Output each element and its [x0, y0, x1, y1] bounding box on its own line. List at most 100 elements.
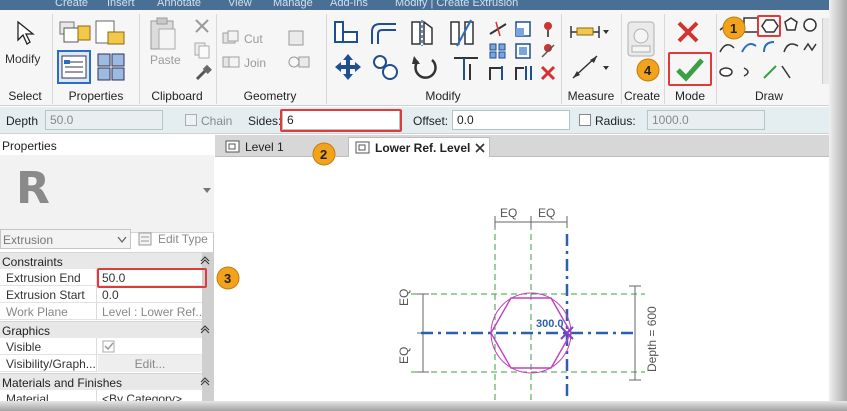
measure-aligned-dimension-icon[interactable] [567, 22, 609, 42]
properties-title: Properties [0, 135, 214, 155]
trim-extend-icon[interactable] [450, 52, 482, 82]
delete-icon[interactable] [539, 64, 557, 82]
cancel-edit-mode-x-icon[interactable] [676, 20, 700, 44]
split-face-icon[interactable] [286, 52, 312, 72]
prop-row-work-plane: Work Plane Level : Lower Ref... [0, 303, 214, 320]
type-properties-grid-icon[interactable] [96, 52, 130, 84]
trim-single-icon[interactable] [488, 64, 508, 82]
tab-create[interactable]: Create [55, 0, 88, 9]
properties-toggle-button[interactable] [57, 50, 91, 84]
depth-dimension-label[interactable]: Depth = 600 [645, 306, 659, 372]
eq-left-bottom-label: EQ [397, 346, 411, 364]
ribbon-tab-strip: Create Insert Annotate View Manage Add-I… [0, 0, 830, 10]
section-constraints[interactable]: Constraints [0, 252, 214, 269]
trim-multiple-icon[interactable] [514, 64, 534, 82]
scale-icon[interactable] [514, 20, 534, 38]
visible-checkbox-cell [98, 338, 202, 355]
array-icon[interactable] [488, 42, 508, 60]
sketch-svg [411, 216, 645, 401]
eq-top-left-label: EQ [500, 206, 518, 220]
copy-icon[interactable] [193, 41, 211, 59]
callout-number-2: 2 [320, 147, 328, 162]
panel-modify-label: Modify [425, 89, 461, 103]
copy-element-icon[interactable] [370, 52, 402, 82]
wall-joins-icon[interactable] [286, 28, 308, 48]
create-group-icon[interactable] [624, 18, 658, 62]
type-selector-dropdown-icon[interactable] [202, 187, 212, 195]
split-element-icon[interactable] [488, 20, 508, 38]
view-tab-label: Level 1 [245, 140, 284, 154]
depth-label: Depth [6, 114, 39, 128]
tab-insert[interactable]: Insert [107, 0, 135, 9]
mirror-pick-axis-icon[interactable] [408, 18, 436, 48]
section-materials[interactable]: Materials and Finishes [0, 373, 214, 390]
radius-checkbox[interactable] [579, 114, 591, 126]
tab-view[interactable]: View [228, 0, 252, 9]
tab-manage[interactable]: Manage [273, 0, 313, 9]
callout-number-4: 4 [644, 63, 652, 78]
move-icon[interactable] [333, 52, 363, 82]
modify-button[interactable]: Modify [5, 52, 40, 66]
svg-text:R: R [16, 163, 50, 209]
cut-scissors-icon[interactable] [193, 17, 211, 35]
type-preview: R [0, 155, 214, 233]
collapse-constraints-icon[interactable] [200, 255, 210, 265]
edit-type-button[interactable]: Edit Type [136, 229, 210, 249]
panel-mode-label: Mode [674, 89, 706, 103]
radius-label: Radius: [595, 114, 636, 128]
collapse-materials-icon[interactable] [200, 376, 210, 386]
paste-icon[interactable] [147, 17, 179, 53]
offset-input[interactable]: 0.0 [452, 110, 570, 130]
depth-input[interactable]: 50.0 [45, 110, 163, 130]
mirror-draw-axis-icon[interactable] [447, 18, 477, 48]
modify-cursor-icon[interactable] [14, 20, 36, 46]
radius-dimension-label[interactable]: 300.0 [536, 318, 564, 330]
callout-highlight-extrusion-end [97, 268, 207, 288]
paste-button[interactable]: Paste [150, 53, 181, 67]
rotate-icon[interactable] [410, 52, 440, 82]
tab-modify-create-extrusion[interactable]: Modify | Create Extrusion [395, 0, 518, 9]
match-properties-brush-icon[interactable] [193, 63, 213, 83]
panel-properties-label: Properties [68, 89, 124, 103]
prop-row-extrusion-start: Extrusion Start 0.0 [0, 286, 214, 303]
close-icon[interactable] [475, 143, 485, 153]
unpin-icon[interactable] [514, 42, 534, 60]
view-tabs-bar: Level 1 Lower Ref. Level [215, 135, 830, 157]
options-bar: Depth 50.0 Chain Sides: 6 Offset: 0.0 Ra… [0, 107, 830, 134]
family-category-icon[interactable] [94, 18, 128, 50]
tab-annotate[interactable]: Annotate [157, 0, 201, 9]
radius-input[interactable]: 1000.0 [647, 110, 765, 130]
offset-icon[interactable] [368, 18, 400, 48]
pin-icon[interactable] [539, 20, 557, 38]
offset-label: Offset: [413, 114, 449, 128]
join-geometry-button[interactable]: Join [244, 56, 266, 70]
measure-between-references-icon[interactable] [567, 52, 609, 82]
view-tab-lower-ref-level[interactable]: Lower Ref. Level [348, 137, 490, 157]
align-icon[interactable] [331, 18, 361, 48]
drawing-canvas[interactable]: EQ EQ EQ EQ 300.0 Depth = 600 [215, 158, 830, 401]
unpin-element-icon[interactable] [539, 42, 557, 60]
cut-geometry-icon[interactable] [222, 30, 240, 46]
prop-row-visibility: Visibility/Graph... Edit... [0, 355, 214, 372]
visible-checkbox[interactable] [102, 340, 116, 353]
view-tab-label: Lower Ref. Level [375, 141, 471, 155]
join-geometry-icon[interactable] [222, 54, 240, 70]
eq-top-right-label: EQ [538, 206, 556, 220]
panel-select-label[interactable]: Select [3, 89, 47, 103]
tab-add-ins[interactable]: Add-Ins [330, 0, 368, 9]
panel-measure-label: Measure [567, 89, 615, 103]
type-filter-select[interactable]: Extrusion [0, 229, 131, 249]
family-types-icon[interactable] [58, 18, 92, 50]
window-shadow-bottom [0, 401, 847, 411]
extrusion-start-value[interactable]: 0.0 [98, 286, 202, 303]
chain-checkbox[interactable] [185, 114, 197, 126]
collapse-graphics-icon[interactable] [200, 324, 210, 334]
cut-geometry-button[interactable]: Cut [244, 32, 263, 46]
eq-left-top-label: EQ [397, 288, 411, 306]
prop-key: Work Plane [0, 303, 97, 320]
visibility-edit-button[interactable]: Edit... [98, 355, 202, 372]
chevron-down-icon[interactable] [117, 236, 127, 244]
callout-highlight-polygon-tool [757, 15, 781, 37]
panel-divider [52, 14, 53, 104]
section-graphics[interactable]: Graphics [0, 321, 214, 338]
